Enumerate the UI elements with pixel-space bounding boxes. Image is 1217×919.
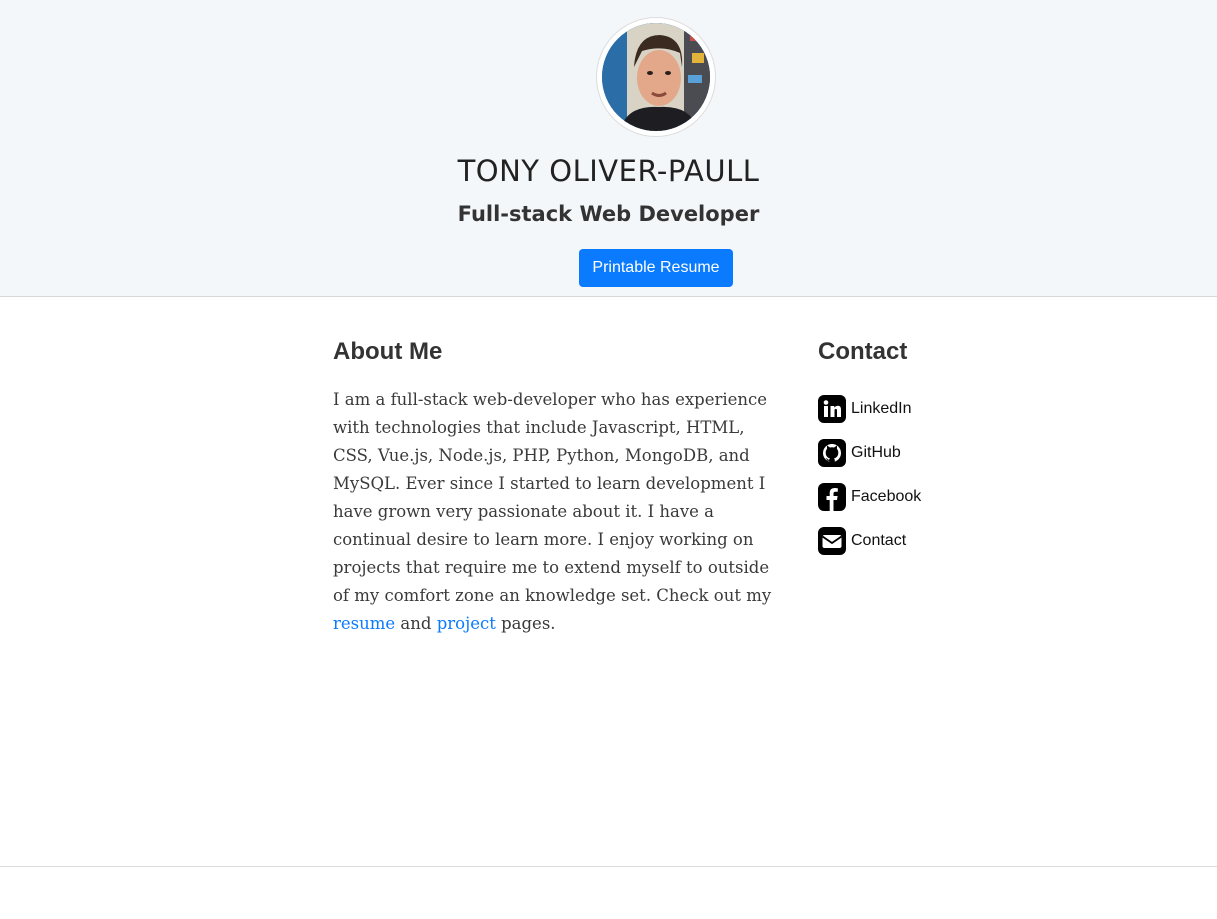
contact-list: LinkedIn GitHub Facebook Contact (818, 395, 921, 571)
about-text: I am a full-stack web-developer who has … (333, 386, 783, 638)
about-text-and: and (395, 614, 437, 633)
profile-photo-illustration (602, 23, 710, 131)
contact-item-facebook[interactable]: Facebook (818, 483, 921, 511)
contact-label-github: GitHub (851, 444, 901, 461)
contact-item-contact[interactable]: Contact (818, 527, 921, 555)
avatar (597, 18, 715, 136)
contact-label-contact: Contact (851, 532, 907, 549)
profile-name: TONY OLIVER-PAULL (457, 154, 760, 188)
about-text-end: pages. (495, 614, 556, 633)
contact-label-facebook: Facebook (851, 488, 922, 505)
contact-label-linkedin: LinkedIn (851, 400, 912, 417)
linkedin-icon (818, 395, 846, 423)
project-link[interactable]: project (437, 614, 496, 633)
envelope-icon (818, 527, 846, 555)
facebook-icon (818, 483, 846, 511)
printable-resume-button[interactable]: Printable Resume (579, 249, 733, 287)
footer-divider (0, 866, 1217, 867)
about-title: About Me (333, 338, 443, 365)
contact-title: Contact (818, 338, 908, 365)
about-text-body: I am a full-stack web-developer who has … (333, 390, 772, 605)
github-icon (818, 439, 846, 467)
resume-link[interactable]: resume (333, 614, 395, 633)
profile-role: Full-stack Web Developer (457, 202, 760, 226)
contact-item-github[interactable]: GitHub (818, 439, 921, 467)
contact-item-linkedin[interactable]: LinkedIn (818, 395, 921, 423)
profile-header: TONY OLIVER-PAULL Full-stack Web Develop… (0, 0, 1217, 297)
profile-photo (602, 23, 710, 131)
